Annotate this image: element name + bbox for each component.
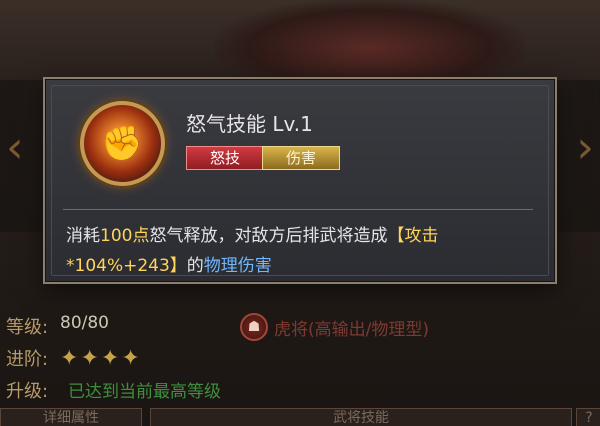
tab-details[interactable]: 详细属性	[0, 408, 142, 426]
desc-cost: 100点	[100, 226, 150, 246]
level-value: 80/80	[60, 313, 109, 333]
advance-label: 进阶:	[6, 349, 49, 370]
fist-glyph-icon: ✊	[101, 123, 144, 164]
upgrade-value: 已达到当前最高等级	[68, 382, 221, 402]
type-badge-icon: ☗	[240, 313, 268, 341]
tab-skills[interactable]: 武将技能	[150, 408, 572, 426]
star-icon: ✦	[100, 346, 120, 371]
star-icon: ✦	[80, 346, 99, 371]
upgrade-label: 升级:	[6, 381, 49, 402]
general-type-text: 虎将(高输出/物理型)	[274, 320, 429, 340]
advance-stars: ✦ ✦ ✦ ✦	[60, 348, 140, 370]
skill-name: 怒气技能 Lv.1	[186, 112, 313, 136]
desc-prefix: 消耗	[66, 226, 100, 246]
hero-figure-background	[215, 0, 525, 80]
desc-of: 的	[186, 256, 204, 276]
skill-fist-icon: ✊	[80, 101, 165, 186]
level-label: 等级:	[6, 317, 49, 338]
chevron-right-icon[interactable]: ›	[576, 126, 594, 170]
tooltip-divider	[63, 209, 533, 210]
star-icon: ✦	[121, 346, 140, 371]
help-button[interactable]: ?	[576, 408, 600, 426]
tag-rage-skill: 怒技	[186, 146, 264, 170]
tag-damage: 伤害	[262, 146, 340, 170]
game-screen: ‹ › 等级: 80/80 进阶: ✦ ✦ ✦ ✦ 升级: 已达到当前最高等级 …	[0, 0, 600, 426]
star-icon: ✦	[60, 346, 79, 371]
skill-description: 消耗100点怒气释放，对敌方后排武将造成【攻击*104%+243】的物理伤害	[66, 221, 506, 281]
desc-damage-type: 物理伤害	[203, 256, 272, 276]
desc-mid: 怒气释放，对敌方后排武将造成	[149, 226, 388, 246]
chevron-left-icon[interactable]: ‹	[6, 126, 24, 170]
